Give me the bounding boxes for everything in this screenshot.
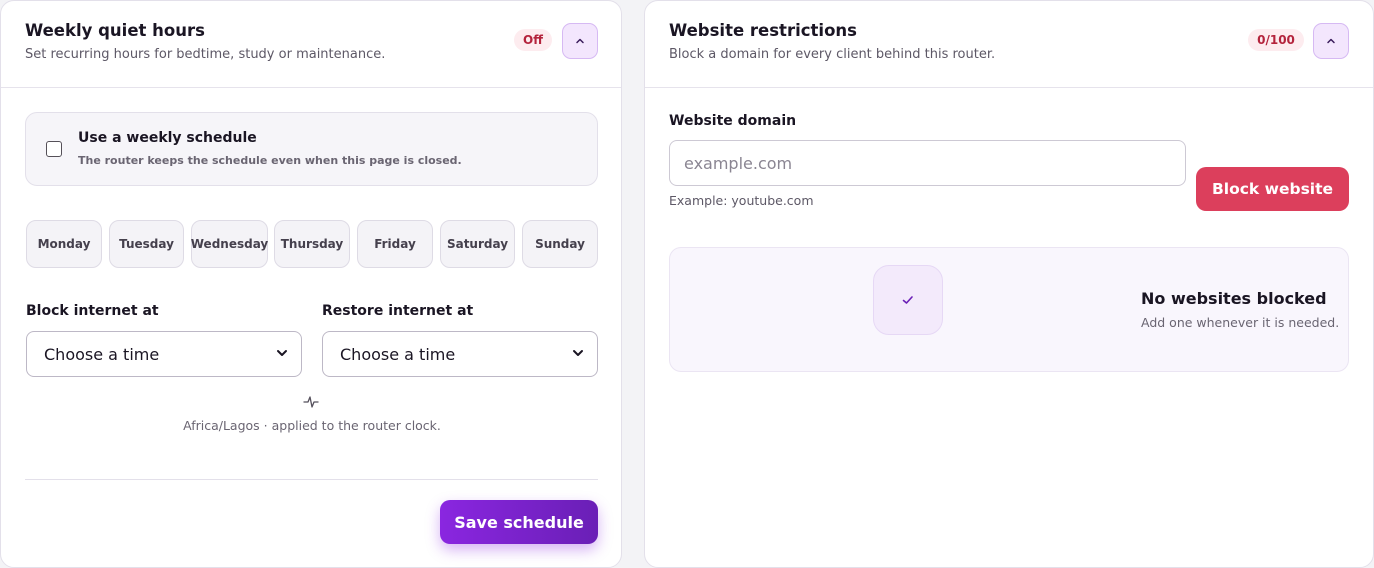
empty-state-title: No websites blocked [1141, 289, 1327, 308]
collapse-button[interactable] [1313, 23, 1349, 59]
weekly-schedule-checkbox[interactable] [46, 141, 62, 157]
quiet-hours-card: Weekly quiet hours Set recurring hours f… [0, 0, 622, 568]
website-domain-label: Website domain [669, 113, 797, 129]
day-chip-friday[interactable]: Friday [357, 220, 433, 268]
empty-state-description: Add one whenever it is needed. [1141, 315, 1340, 330]
day-chip-saturday[interactable]: Saturday [440, 220, 515, 268]
count-badge: 0/100 [1248, 29, 1304, 51]
website-restrictions-title: Website restrictions [669, 21, 857, 40]
website-restrictions-subtitle: Block a domain for every client behind t… [669, 47, 996, 62]
restore-time-select[interactable]: Choose a time [322, 331, 598, 377]
day-chip-tuesday[interactable]: Tuesday [109, 220, 184, 268]
website-restrictions-card: Website restrictions Block a domain for … [644, 0, 1374, 568]
block-time-select[interactable]: Choose a time [26, 331, 302, 377]
divider [25, 479, 598, 480]
check-glyph [902, 296, 913, 304]
weekly-schedule-title: Use a weekly schedule [78, 130, 257, 146]
block-time-value: Choose a time [44, 344, 160, 364]
chevron-down-icon [277, 350, 287, 356]
chevron-down-icon [573, 350, 583, 356]
collapse-button[interactable] [562, 23, 598, 59]
quiet-hours-header: Weekly quiet hours Set recurring hours f… [1, 1, 621, 88]
save-schedule-button[interactable]: Save schedule [440, 500, 598, 544]
block-website-button[interactable]: Block website [1196, 167, 1349, 211]
quiet-hours-subtitle: Set recurring hours for bedtime, study o… [25, 47, 386, 62]
chevron-up-icon [576, 38, 584, 44]
empty-state: No websites blocked Add one whenever it … [669, 247, 1349, 372]
status-badge: Off [514, 29, 552, 51]
restore-time-label: Restore internet at [322, 303, 474, 319]
weekly-schedule-toggle[interactable]: Use a weekly schedule The router keeps t… [25, 112, 598, 186]
day-chip-sunday[interactable]: Sunday [522, 220, 598, 268]
check-icon [873, 265, 943, 335]
day-chip-thursday[interactable]: Thursday [274, 220, 350, 268]
website-domain-input[interactable] [669, 140, 1186, 186]
chevron-up-icon [1327, 38, 1335, 44]
pulse-icon [303, 396, 319, 408]
day-chip-monday[interactable]: Monday [26, 220, 102, 268]
quiet-hours-title: Weekly quiet hours [25, 21, 205, 40]
website-domain-hint: Example: youtube.com [669, 193, 814, 208]
restore-time-value: Choose a time [340, 344, 456, 364]
block-time-label: Block internet at [26, 303, 159, 319]
day-chip-wednesday[interactable]: Wednesday [191, 220, 268, 268]
timezone-note: Africa/Lagos · applied to the router clo… [183, 418, 441, 433]
website-restrictions-header: Website restrictions Block a domain for … [645, 1, 1373, 88]
weekly-schedule-description: The router keeps the schedule even when … [78, 154, 462, 167]
